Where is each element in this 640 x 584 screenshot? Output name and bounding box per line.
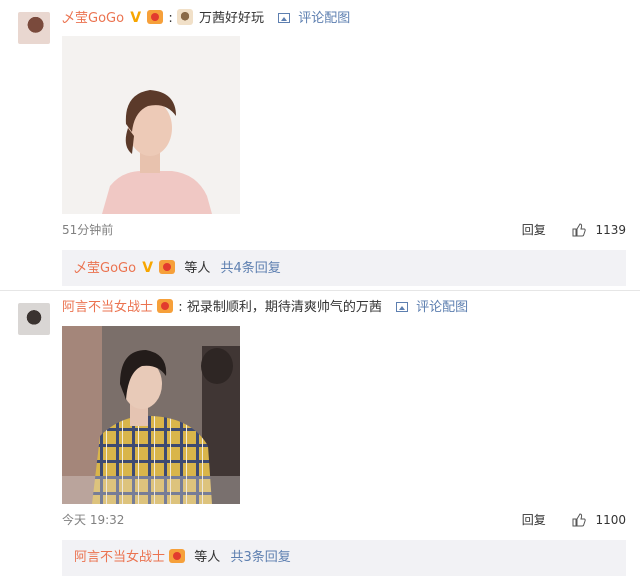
view-replies-link[interactable]: 共3条回复 [230,550,290,565]
verified-icon: V [142,260,154,276]
separator: : [178,300,183,315]
comment-image[interactable] [62,36,240,214]
comment-item: 乄莹GoGo V : 万茜好好玩 评论配图 51分钟前 回复 1139 乄莹Go… [0,0,640,290]
like-count: 1139 [595,223,626,237]
verified-icon: V [130,10,142,26]
comment-header: 乄莹GoGo V : 万茜好好玩 评论配图 [62,8,350,28]
comment-text: 万茜好好玩 [199,11,265,26]
comment-item: 阿言不当女战士 : 祝录制顺利，期待清爽帅气的万茜 评论配图 今天 19:32 … [0,290,640,584]
reply-button[interactable]: 回复 [522,513,546,527]
comment-time: 今天 19:32 [62,513,125,527]
medal-icon [159,260,176,274]
avatar[interactable] [18,303,50,335]
medal-icon [147,10,164,24]
separator: : [168,11,173,26]
like-button[interactable]: 1139 [572,223,626,237]
comment-picture-link[interactable]: 评论配图 [278,11,350,26]
sub-replies-bar: 阿言不当女战士 等人 共3条回复 [62,540,626,576]
sub-replies-bar: 乄莹GoGo V 等人 共4条回复 [62,250,626,286]
portrait-illustration [62,36,240,214]
sub-reply-etc: 等人 [194,550,221,565]
photo-illustration [62,326,240,504]
mention-avatar-icon [176,9,193,25]
comment-header: 阿言不当女战士 : 祝录制顺利，期待清爽帅气的万茜 评论配图 [62,298,468,318]
sub-reply-etc: 等人 [184,261,211,276]
thumbs-up-icon [572,223,586,237]
like-button[interactable]: 1100 [572,513,626,527]
picture-icon [395,302,408,312]
comment-picture-label: 评论配图 [416,300,469,315]
comment-actions: 回复 1139 [522,221,626,239]
comment-image[interactable] [62,326,240,504]
username-link[interactable]: 乄莹GoGo [62,11,124,26]
medal-icon [157,299,174,313]
comment-time: 51分钟前 [62,223,114,237]
sub-reply-username[interactable]: 乄莹GoGo [74,261,136,276]
avatar[interactable] [18,12,50,44]
comment-picture-link[interactable]: 评论配图 [395,300,469,315]
sub-reply-username[interactable]: 阿言不当女战士 [74,550,165,565]
comment-text: 祝录制顺利，期待清爽帅气的万茜 [186,300,382,315]
thumbs-up-icon [572,513,586,527]
like-count: 1100 [595,513,626,527]
username-link[interactable]: 阿言不当女战士 [62,300,153,315]
comment-actions: 回复 1100 [522,511,626,529]
picture-icon [278,13,291,23]
medal-icon [169,549,186,563]
view-replies-link[interactable]: 共4条回复 [220,261,280,276]
comment-picture-label: 评论配图 [298,11,351,26]
reply-button[interactable]: 回复 [522,223,546,237]
